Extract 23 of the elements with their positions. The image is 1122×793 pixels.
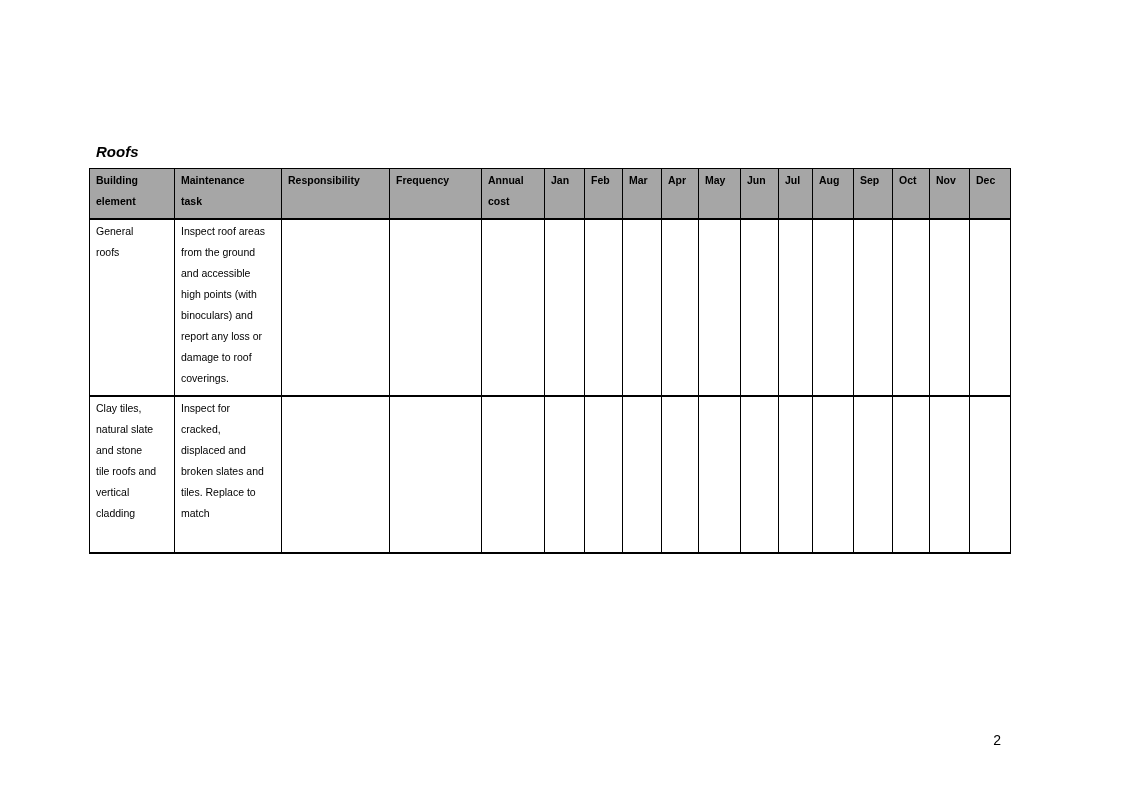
section-title: Roofs	[96, 143, 139, 161]
page-number: 2	[993, 732, 1001, 748]
column-header: Jun	[740, 168, 779, 219]
column-header: Dec	[969, 168, 1011, 219]
column-header: Frequency	[389, 168, 482, 219]
column-header: Responsibility	[281, 168, 390, 219]
table-cell: Clay tiles, natural slate and stone tile roofs and vertical cladding	[89, 396, 175, 553]
column-header: Jan	[544, 168, 585, 219]
column-header: Mar	[622, 168, 662, 219]
column-header: Jul	[778, 168, 813, 219]
column-header: Nov	[929, 168, 970, 219]
column-header: Apr	[661, 168, 699, 219]
column-header: Sep	[853, 168, 893, 219]
column-header: Aug	[812, 168, 854, 219]
column-header: May	[698, 168, 741, 219]
column-header: Annual cost	[481, 168, 545, 219]
column-header: Oct	[892, 168, 930, 219]
column-header: Maintenance task	[174, 168, 282, 219]
column-header: Building element	[89, 168, 175, 219]
table-cell: Inspect for cracked, displaced and broken slates and tiles. Replace to match	[174, 396, 282, 553]
table-cell: General roofs	[89, 219, 175, 396]
table-cell: Inspect roof areas from the ground and accessible high points (with binoculars) and report any loss or damage to roof coverings.	[174, 219, 282, 396]
column-header: Feb	[584, 168, 623, 219]
